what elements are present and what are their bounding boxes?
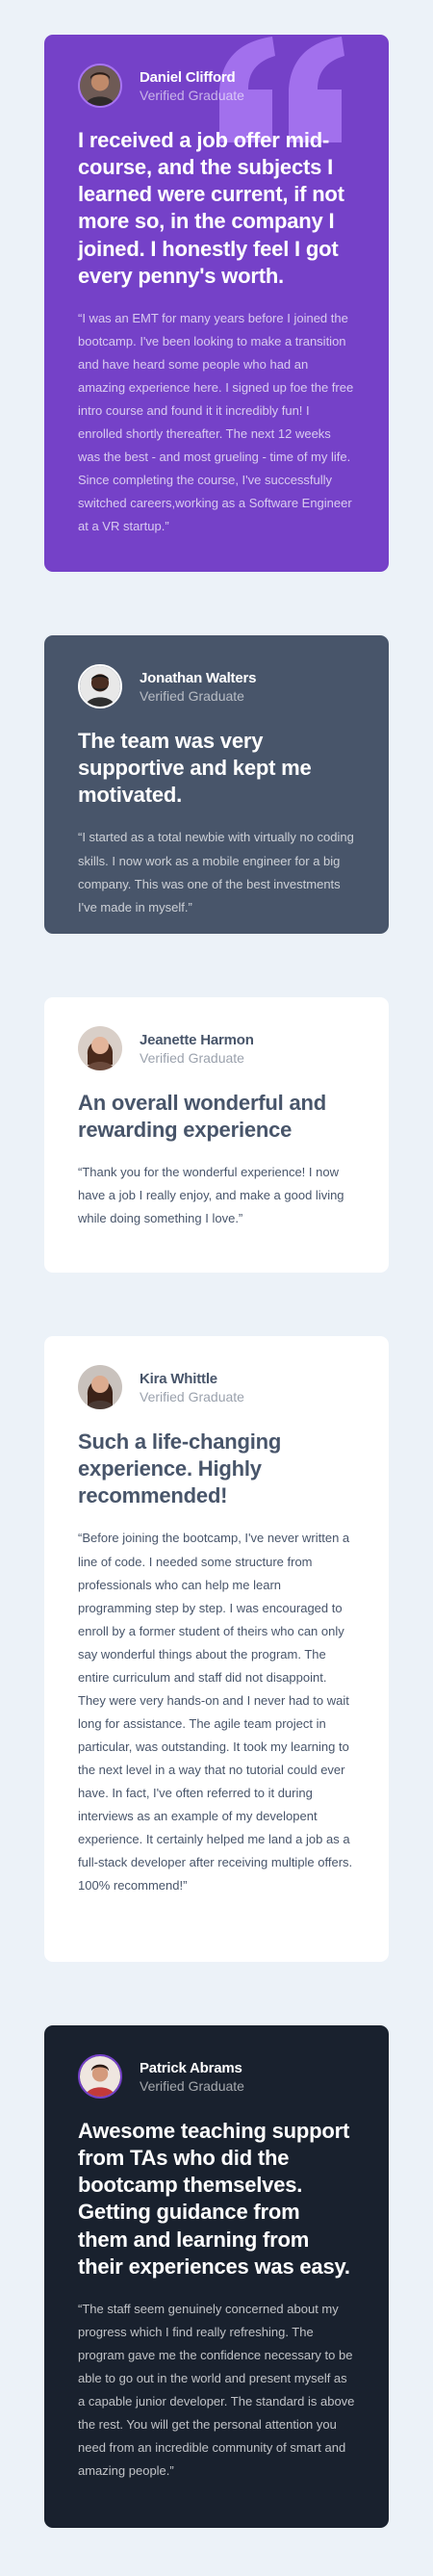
author-role: Verified Graduate [140, 87, 244, 103]
testimonial-card: Jeanette Harmon Verified Graduate An ove… [44, 997, 389, 1273]
testimonial-headline: I received a job offer mid-course, and t… [78, 128, 344, 288]
author-role: Verified Graduate [140, 1049, 244, 1066]
avatar-patrick-icon [78, 2054, 122, 2099]
author-name: Kira Whittle [140, 1370, 217, 1387]
avatar-jonathan-icon [78, 664, 122, 708]
author-name: Jonathan Walters [140, 669, 257, 686]
testimonial-header: Patrick Abrams Verified Graduate [78, 2054, 355, 2099]
testimonial-body: “Thank you for the wonderful experience!… [78, 1165, 344, 1226]
author-name: Patrick Abrams [140, 2059, 242, 2076]
testimonials-list: Daniel Clifford Verified Graduate I rece… [0, 0, 433, 2528]
testimonial-header: Kira Whittle Verified Graduate [78, 1365, 355, 1409]
author-name: Daniel Clifford [140, 68, 236, 86]
testimonial-headline: Such a life-changing experience. Highly … [78, 1430, 282, 1508]
avatar-daniel-icon [78, 64, 122, 108]
testimonial-headline: The team was very supportive and kept me… [78, 729, 312, 808]
testimonial-card: Jonathan Walters Verified Graduate The t… [44, 635, 389, 934]
testimonial-header: Jonathan Walters Verified Graduate [78, 664, 355, 708]
avatar-jeanette-icon [78, 1026, 122, 1070]
testimonial-headline: An overall wonderful and rewarding exper… [78, 1091, 327, 1143]
testimonial-card: Patrick Abrams Verified Graduate Awesome… [44, 2025, 389, 2528]
author-role: Verified Graduate [140, 1388, 244, 1404]
testimonial-header: Daniel Clifford Verified Graduate [78, 64, 355, 108]
author-role: Verified Graduate [140, 2077, 244, 2094]
testimonial-body: “The staff seem genuinely concerned abou… [78, 2301, 355, 2479]
testimonial-body: “I was an EMT for many years before I jo… [78, 310, 354, 534]
testimonial-headline: Awesome teaching support from TAs who di… [78, 2119, 350, 2279]
author-name: Jeanette Harmon [140, 1031, 254, 1048]
author-role: Verified Graduate [140, 687, 244, 704]
testimonial-card: Daniel Clifford Verified Graduate I rece… [44, 35, 389, 572]
testimonial-body: “Before joining the bootcamp, I've never… [78, 1531, 353, 1893]
avatar-kira-icon [78, 1365, 122, 1409]
testimonial-body: “I started as a total newbie with virtua… [78, 830, 354, 914]
testimonial-header: Jeanette Harmon Verified Graduate [78, 1026, 355, 1070]
testimonial-card: Kira Whittle Verified Graduate Such a li… [44, 1336, 389, 1962]
